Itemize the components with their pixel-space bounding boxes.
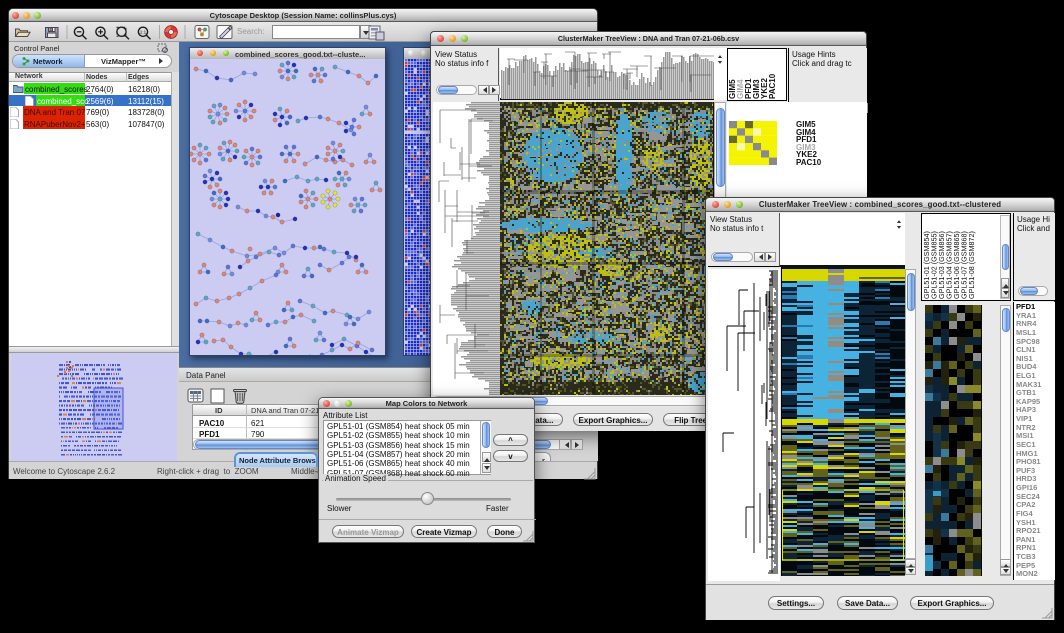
- svg-text:GPL51-08 (GSM872): GPL51-08 (GSM872): [967, 231, 976, 299]
- svg-text:PAC10: PAC10: [768, 73, 777, 99]
- svg-text:1:1: 1:1: [140, 30, 147, 35]
